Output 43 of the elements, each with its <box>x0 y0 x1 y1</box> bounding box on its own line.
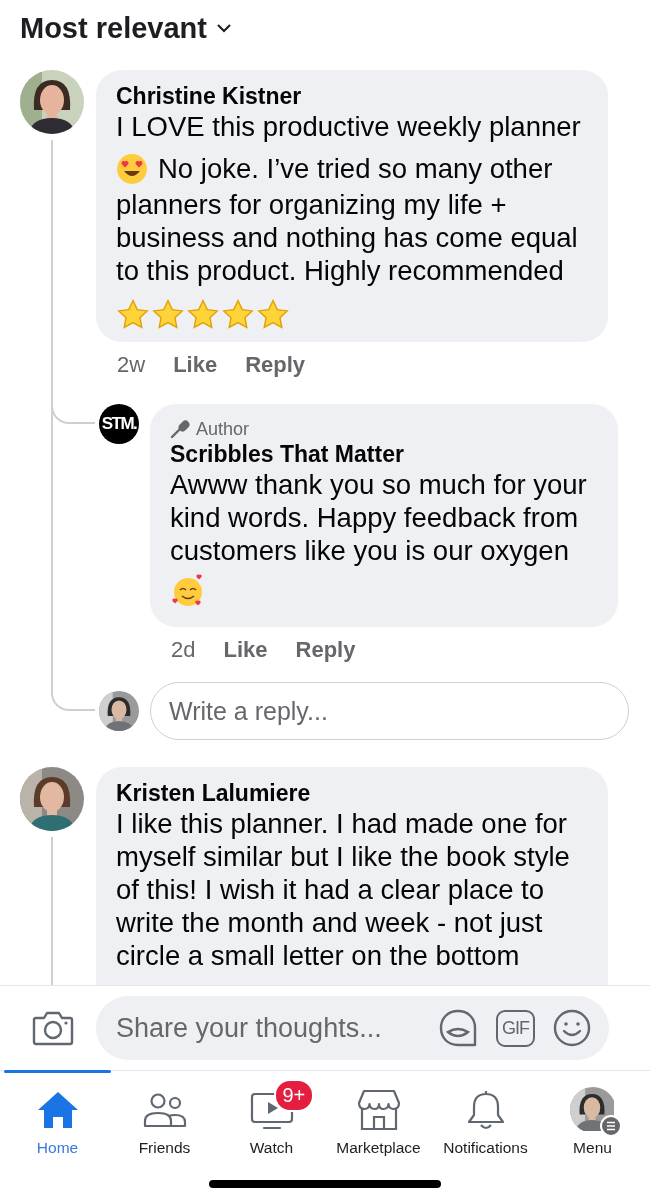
star-icon <box>256 298 290 332</box>
author-name[interactable]: Kristen Lalumiere <box>116 779 588 807</box>
tab[interactable]: Home <box>4 1071 111 1166</box>
author-name[interactable]: Christine Kistner <box>116 82 588 110</box>
tab[interactable]: Notifications <box>432 1071 539 1166</box>
store-icon <box>356 1089 401 1131</box>
comment-text: I like this planner. I had made one for myself similar but I like the book style of this! I wish it had a clear place to write the month and week - not just circle a small letter on the bottom <box>116 807 571 972</box>
reply-link[interactable]: Reply <box>295 637 356 663</box>
comment-time: 2w <box>117 352 146 378</box>
star-icon <box>151 298 185 332</box>
reply-field[interactable]: Write a reply... <box>150 682 629 740</box>
heart-eyes-emoji-icon <box>116 152 148 185</box>
comment-time: 2d <box>171 637 196 663</box>
notification-badge: 9+ <box>273 1079 315 1112</box>
bell-icon <box>465 1089 506 1131</box>
camera-icon[interactable] <box>32 1010 74 1046</box>
sticker-icon[interactable] <box>438 1008 478 1048</box>
tab[interactable]: Marketplace <box>325 1071 432 1166</box>
star-icon <box>221 298 255 332</box>
comment-composer[interactable]: Share your thoughts... GIF <box>96 996 609 1060</box>
emoji-icon[interactable] <box>553 1009 591 1047</box>
tab[interactable]: Friends <box>111 1071 218 1166</box>
microphone-icon <box>170 419 190 439</box>
like-link[interactable]: Like <box>173 352 218 378</box>
comment-text: planners for organizing my life + business and nothing has come equal to this product. Highly recommended <box>116 188 579 287</box>
author-label: Author <box>196 418 250 440</box>
comment-field[interactable]: Share your thoughts... <box>116 1012 438 1044</box>
comment-text: Awww thank you so much for your kind words. Happy feedback from customers like you is our oxygen <box>170 468 588 567</box>
author-name[interactable]: Scribbles That Matter <box>170 440 598 468</box>
tab[interactable]: Menu <box>539 1071 646 1166</box>
reply-link[interactable]: Reply <box>245 352 306 378</box>
logo: STM. <box>99 404 139 444</box>
like-link[interactable]: Like <box>223 637 268 663</box>
sort-menu-button[interactable]: Most relevant <box>20 11 231 45</box>
comment-text: No joke. I’ve tried so many other <box>158 152 553 185</box>
star-icon <box>186 298 220 332</box>
tab[interactable]: 9+ Watch <box>218 1071 325 1166</box>
star-icon <box>116 298 150 332</box>
gif-button[interactable]: GIF <box>496 1009 535 1047</box>
menu-icon <box>599 1115 622 1137</box>
friends-icon <box>142 1092 187 1128</box>
comment-text: I LOVE this productive weekly planner <box>116 110 582 143</box>
chevron-down-icon <box>216 23 231 33</box>
